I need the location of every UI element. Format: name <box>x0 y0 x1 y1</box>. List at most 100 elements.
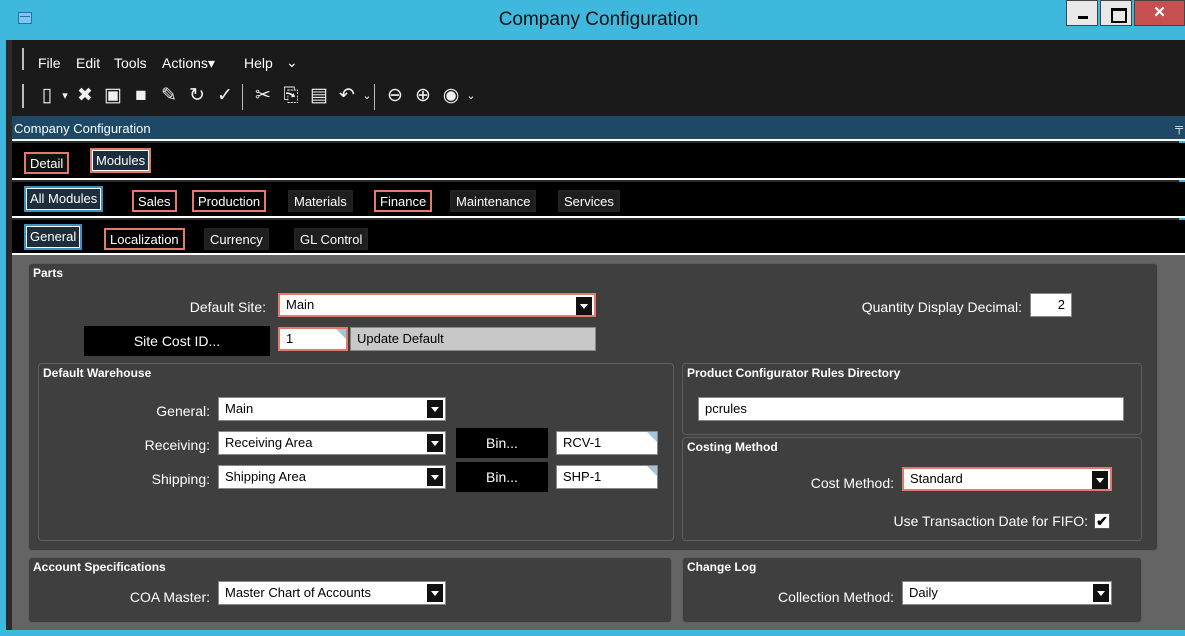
tab-sales[interactable]: Sales <box>132 190 177 212</box>
back-icon[interactable]: ⊖ <box>384 84 406 108</box>
fifo-checkbox[interactable]: ✔ <box>1094 513 1110 529</box>
coa-master-label: COA Master: <box>129 589 210 605</box>
tab-general[interactable]: General <box>24 224 83 250</box>
clear-icon[interactable]: ✓ <box>214 84 236 108</box>
top-tab-row: Detail Modules <box>12 143 1185 180</box>
tab-currency[interactable]: Currency <box>204 228 269 250</box>
tab-maintenance[interactable]: Maintenance <box>450 190 537 212</box>
new-dropdown-icon[interactable]: ▾ <box>54 84 76 108</box>
chevron-down-icon[interactable] <box>427 434 443 452</box>
home-icon[interactable]: ◉ <box>440 84 462 108</box>
product-config-title: Product Configurator Rules Directory <box>687 366 901 380</box>
menu-grip <box>22 48 24 70</box>
site-cost-id-button[interactable]: Site Cost ID... <box>84 326 270 356</box>
collection-method-select[interactable]: Daily <box>902 581 1112 605</box>
minimize-button[interactable] <box>1066 0 1098 26</box>
maximize-button[interactable] <box>1100 0 1132 26</box>
cut-icon[interactable]: ✂ <box>252 84 274 108</box>
shipping-select[interactable]: Shipping Area <box>218 465 446 489</box>
paste-icon[interactable]: ▤ <box>308 84 330 108</box>
title-bar[interactable]: Company Configuration ✕ <box>6 0 1185 40</box>
receiving-value: Receiving Area <box>225 435 313 450</box>
menu-bar: File Edit Tools Actions▾ Help ⌄ <box>12 40 1185 78</box>
refresh-icon[interactable]: ↻ <box>186 84 208 108</box>
tab-all-modules[interactable]: All Modules <box>24 186 104 212</box>
cost-method-select[interactable]: Standard <box>902 467 1112 491</box>
update-default-label: Update Default <box>357 331 444 346</box>
cost-method-label: Cost Method: <box>810 475 894 491</box>
shipping-bin-value: SHP-1 <box>563 469 602 484</box>
menu-tools[interactable]: Tools <box>114 55 147 71</box>
copy-icon[interactable]: ⎘ <box>280 84 302 108</box>
tab-modules[interactable]: Modules <box>90 148 152 173</box>
menu-file[interactable]: File <box>38 55 61 71</box>
shipping-bin-field[interactable]: SHP-1 <box>556 465 658 489</box>
tab-services[interactable]: Services <box>558 190 620 212</box>
account-specs-title: Account Specifications <box>33 560 166 574</box>
collection-method-value: Daily <box>909 585 938 600</box>
parts-title: Parts <box>33 266 64 280</box>
panel-title: Company Configuration <box>14 121 151 136</box>
receiving-select[interactable]: Receiving Area <box>218 431 446 455</box>
default-site-label: Default Site: <box>189 299 266 315</box>
tab-detail[interactable]: Detail <box>24 152 70 174</box>
general-warehouse-value: Main <box>225 401 254 416</box>
tab-gl-control[interactable]: GL Control <box>294 228 369 250</box>
update-default-field: Update Default <box>350 327 596 351</box>
qty-decimal-value: 2 <box>1057 297 1065 312</box>
chevron-down-icon[interactable] <box>576 297 592 315</box>
coa-master-select[interactable]: Master Chart of Accounts <box>218 581 446 605</box>
receiving-label: Receiving: <box>144 437 210 453</box>
chevron-down-icon[interactable] <box>427 584 443 602</box>
qty-decimal-label: Quantity Display Decimal: <box>861 299 1022 315</box>
product-config-field[interactable]: pcrules <box>698 397 1124 421</box>
receiving-bin-field[interactable]: RCV-1 <box>556 431 658 455</box>
general-warehouse-select[interactable]: Main <box>218 397 446 421</box>
save-icon[interactable]: ▣ <box>102 84 124 108</box>
edit-icon[interactable]: ✎ <box>158 84 180 108</box>
default-site-value: Main <box>286 297 315 312</box>
chevron-down-icon[interactable] <box>1092 471 1108 489</box>
content-area: Parts Default Site: Main Site Cost ID...… <box>12 255 1185 630</box>
toolbar-grip <box>22 84 24 108</box>
window-title: Company Configuration <box>498 9 699 30</box>
chevron-down-icon[interactable] <box>427 468 443 486</box>
close-button[interactable]: ✕ <box>1134 0 1185 26</box>
default-warehouse-title: Default Warehouse <box>43 366 152 380</box>
app-window: Company Configuration ✕ File Edit Tools … <box>0 0 1185 636</box>
forward-icon[interactable]: ⊕ <box>412 84 434 108</box>
tab-production[interactable]: Production <box>192 190 267 212</box>
menu-edit[interactable]: Edit <box>76 55 100 71</box>
delete-icon[interactable]: ✖ <box>74 84 96 108</box>
toolbar: ▯ ▾ ✖ ▣ ■ ✎ ↻ ✓ ✂ ⎘ ▤ ↶ ⌄ ⊖ ⊕ ◉ ⌄ <box>12 78 1185 116</box>
cost-method-value: Standard <box>910 471 963 486</box>
menu-help[interactable]: Help <box>244 55 273 71</box>
site-cost-id-field[interactable]: 1 <box>278 327 348 351</box>
undo-icon[interactable]: ↶ <box>336 84 358 108</box>
tab-finance[interactable]: Finance <box>374 190 433 212</box>
qty-decimal-field[interactable]: 2 <box>1030 293 1072 317</box>
general-warehouse-label: General: <box>156 403 210 419</box>
menu-overflow-icon[interactable]: ⌄ <box>286 54 298 71</box>
default-site-select[interactable]: Main <box>278 293 596 317</box>
menu-actions[interactable]: Actions▾ <box>162 55 215 72</box>
tab-materials[interactable]: Materials <box>288 190 353 212</box>
stop-icon[interactable]: ■ <box>130 84 152 108</box>
costing-method-title: Costing Method <box>687 440 778 454</box>
shipping-label: Shipping: <box>151 471 210 487</box>
toolbar-separator <box>242 84 243 110</box>
coa-master-value: Master Chart of Accounts <box>225 585 371 600</box>
close-icon: ✕ <box>1153 4 1166 21</box>
sub-tab-row: General Localization Currency GL Control <box>12 220 1185 255</box>
shipping-bin-button[interactable]: Bin... <box>456 462 548 492</box>
module-tab-row: All Modules Sales Production Materials F… <box>12 182 1185 218</box>
collection-method-label: Collection Method: <box>778 589 894 605</box>
change-log-title: Change Log <box>687 560 757 574</box>
tab-localization[interactable]: Localization <box>104 228 185 250</box>
pin-icon[interactable]: ╤ <box>1175 122 1183 134</box>
toolbar-overflow-icon[interactable]: ⌄ <box>460 84 482 108</box>
chevron-down-icon[interactable] <box>1093 584 1109 602</box>
receiving-bin-button[interactable]: Bin... <box>456 428 548 458</box>
chevron-down-icon[interactable] <box>427 400 443 418</box>
panel-header: Company Configuration ╤ <box>12 116 1185 141</box>
